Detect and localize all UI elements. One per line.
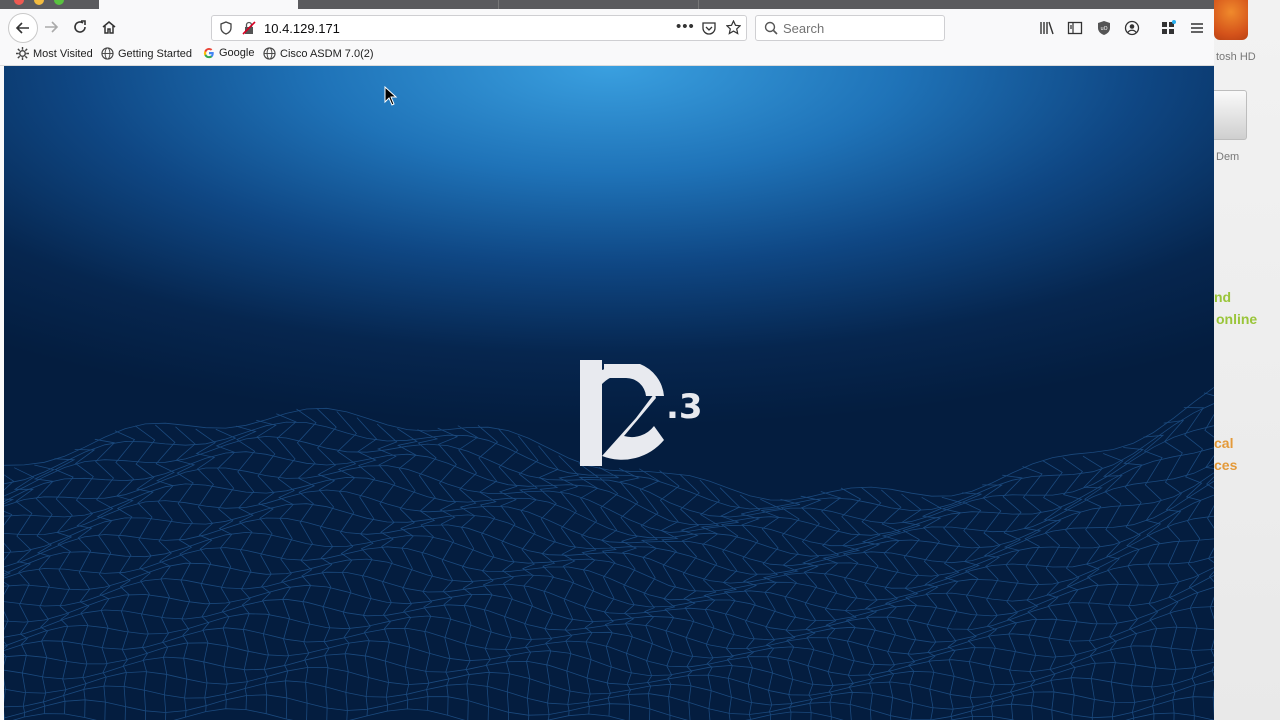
more-actions-icon[interactable]: ••• bbox=[676, 18, 695, 35]
back-button[interactable] bbox=[8, 13, 38, 43]
insecure-lock-icon[interactable] bbox=[242, 21, 256, 40]
bookmark-label: Google bbox=[219, 47, 255, 59]
globe-icon bbox=[101, 47, 114, 60]
minimize-window-button[interactable] bbox=[34, 0, 44, 5]
bookmark-label: Getting Started bbox=[118, 47, 192, 60]
home-icon bbox=[102, 21, 116, 34]
tab[interactable] bbox=[299, 0, 499, 9]
hard-drive-icon[interactable] bbox=[1214, 90, 1247, 140]
globe-icon bbox=[263, 47, 276, 60]
arrow-left-icon bbox=[15, 22, 29, 34]
menu-icon[interactable] bbox=[1189, 20, 1205, 36]
account-icon[interactable] bbox=[1124, 20, 1140, 36]
bookmark-label: Most Visited bbox=[33, 47, 93, 60]
logo: .3 bbox=[580, 360, 703, 466]
bookmark-google[interactable]: Google bbox=[203, 47, 254, 59]
bookmark-star-icon[interactable] bbox=[725, 19, 742, 40]
desktop-icon-label: tosh HD bbox=[1216, 51, 1256, 63]
search-bar[interactable]: Search bbox=[755, 15, 945, 41]
search-placeholder[interactable]: Search bbox=[783, 21, 824, 36]
reload-button[interactable] bbox=[67, 14, 93, 40]
url-bar[interactable]: 10.4.129.171 ••• bbox=[211, 15, 747, 41]
tab[interactable] bbox=[499, 0, 699, 9]
arrow-right-icon bbox=[45, 21, 59, 33]
pocket-icon[interactable] bbox=[702, 21, 716, 40]
desktop-ad-text: ces bbox=[1214, 457, 1238, 473]
bookmarks-toolbar: Most Visited Getting Started Google Cisc… bbox=[0, 45, 1214, 66]
bookmark-label: Cisco ASDM 7.0(2) bbox=[280, 47, 374, 60]
bookmark-cisco-asdm[interactable]: Cisco ASDM 7.0(2) bbox=[263, 47, 374, 60]
close-window-button[interactable] bbox=[14, 0, 24, 5]
browser-window: 10.4.129.171 ••• Search uO Most Visited … bbox=[0, 0, 1214, 720]
desktop-ad-text: nd bbox=[1214, 289, 1232, 305]
navigation-toolbar: 10.4.129.171 ••• Search uO bbox=[0, 9, 1214, 45]
ublock-shield-icon[interactable]: uO bbox=[1096, 20, 1112, 36]
desktop-app-icon[interactable] bbox=[1214, 0, 1248, 40]
home-button[interactable] bbox=[96, 14, 122, 40]
tab-active[interactable] bbox=[99, 0, 298, 9]
tab-strip bbox=[0, 0, 1214, 9]
library-icon[interactable] bbox=[1039, 20, 1055, 36]
gear-icon bbox=[16, 47, 29, 60]
google-icon bbox=[203, 48, 214, 59]
desktop-ad-text: online bbox=[1216, 311, 1258, 327]
bookmark-getting-started[interactable]: Getting Started bbox=[101, 47, 192, 60]
search-icon bbox=[764, 21, 778, 40]
zoom-window-button[interactable] bbox=[54, 0, 64, 5]
bookmark-most-visited[interactable]: Most Visited bbox=[16, 47, 93, 60]
desktop-ad-text: cal bbox=[1214, 435, 1234, 451]
forward-button[interactable] bbox=[38, 14, 64, 40]
mouse-cursor-icon bbox=[384, 86, 398, 106]
svg-text:uO: uO bbox=[1101, 26, 1108, 32]
desktop-icon-label: Dem bbox=[1216, 151, 1240, 163]
sidebar-icon[interactable] bbox=[1067, 20, 1083, 36]
tab[interactable] bbox=[699, 0, 898, 9]
shield-icon[interactable] bbox=[219, 21, 233, 40]
logo-superscript: .3 bbox=[666, 387, 703, 427]
page-content: .3 bbox=[4, 66, 1214, 720]
extensions-icon[interactable] bbox=[1160, 20, 1176, 36]
url-text[interactable]: 10.4.129.171 bbox=[264, 21, 340, 36]
reload-icon bbox=[74, 20, 86, 33]
